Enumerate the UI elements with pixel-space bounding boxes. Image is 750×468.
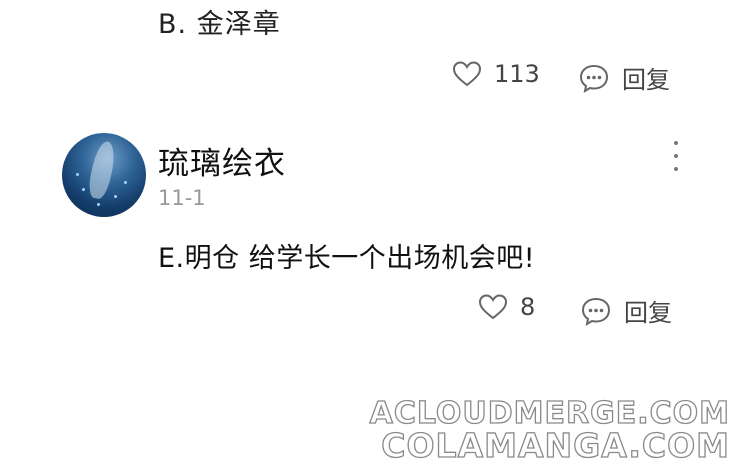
like-button[interactable]: 113	[452, 60, 540, 88]
previous-comment-text: B. 金泽章	[158, 9, 281, 40]
comment-bubble-icon	[578, 63, 610, 93]
reply-button[interactable]: 回复	[580, 293, 672, 328]
reply-button[interactable]: 回复	[578, 60, 670, 95]
comment-date: 11-1	[158, 186, 206, 210]
heart-icon	[478, 293, 508, 321]
like-button[interactable]: 8	[478, 293, 535, 321]
reply-label: 回复	[624, 299, 672, 327]
heart-icon	[452, 60, 482, 88]
reply-label: 回复	[622, 66, 670, 94]
like-count: 113	[494, 60, 540, 88]
more-options-icon[interactable]	[666, 141, 686, 171]
comment-username[interactable]: 琉璃绘衣	[158, 138, 286, 183]
comment-text: E.明仓 给学长一个出场机会吧!	[158, 243, 536, 274]
watermark-line-2: COLAMANGA.COM	[381, 425, 730, 465]
avatar[interactable]	[62, 133, 146, 217]
comment-bubble-icon	[580, 296, 612, 326]
like-count: 8	[520, 293, 536, 321]
